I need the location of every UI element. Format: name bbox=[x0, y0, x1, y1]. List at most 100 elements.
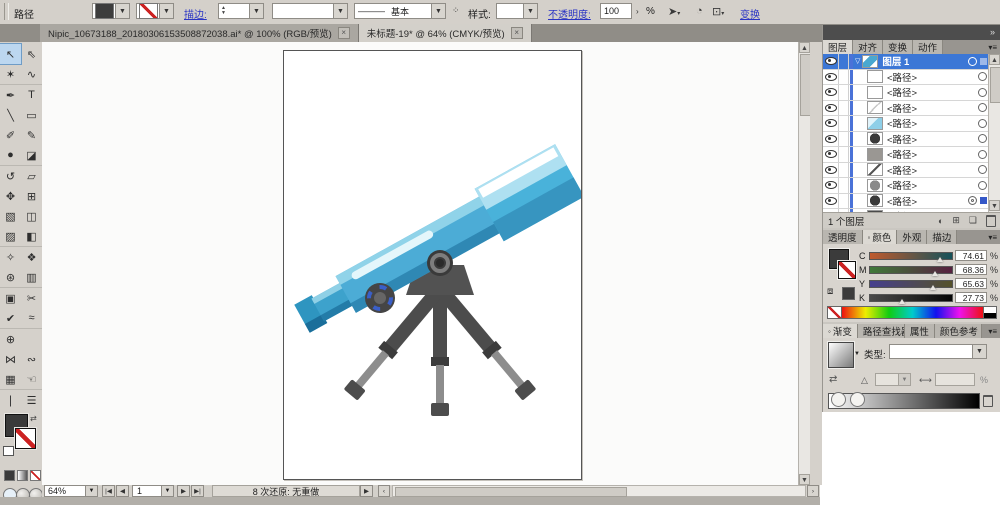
layer-row[interactable]: ▽ <路径> bbox=[823, 70, 1000, 86]
scroll-down-icon[interactable]: ▼ bbox=[799, 474, 810, 485]
layer-thumbnail[interactable] bbox=[867, 101, 883, 114]
layer-row[interactable]: ▽ <路径> bbox=[823, 116, 1000, 132]
out-of-gamut-cube-icon[interactable]: ⧈ bbox=[827, 286, 833, 297]
opacity-link[interactable]: 不透明度: bbox=[548, 6, 591, 21]
target-circle-icon[interactable] bbox=[978, 88, 987, 97]
aspect-ratio-input[interactable] bbox=[935, 373, 975, 386]
rotate-view-tool[interactable]: ⊕ bbox=[0, 328, 21, 349]
selection-indicator[interactable] bbox=[980, 197, 987, 204]
fill-swatch[interactable] bbox=[95, 3, 114, 19]
transform-link[interactable]: 变换 bbox=[740, 6, 760, 21]
scroll-right-icon[interactable]: › bbox=[807, 485, 819, 497]
visibility-cell[interactable] bbox=[823, 85, 839, 100]
visibility-cell[interactable] bbox=[823, 101, 839, 116]
eye-icon[interactable] bbox=[825, 181, 837, 189]
chevron-down-icon[interactable]: ▼ bbox=[898, 374, 910, 385]
previous-artboard-button[interactable]: ◀ bbox=[116, 485, 129, 497]
target-circle-icon[interactable] bbox=[978, 181, 987, 190]
zoom-level-dropdown[interactable]: 64% ▼ bbox=[44, 485, 98, 497]
color-mode-button[interactable] bbox=[4, 470, 15, 481]
panel-tab[interactable]: 动作 bbox=[913, 40, 943, 54]
free-distort-tool[interactable]: ⋈ bbox=[0, 349, 21, 369]
expand-triangle-icon[interactable]: ▽ bbox=[855, 57, 860, 65]
status-menu-arrow-icon[interactable]: ▶ bbox=[360, 485, 373, 497]
stroke-proxy-swatch[interactable] bbox=[838, 261, 856, 279]
visibility-cell[interactable] bbox=[823, 132, 839, 147]
chevron-down-icon[interactable]: ▼ bbox=[972, 345, 986, 358]
pen-tool[interactable]: ✒ bbox=[0, 84, 21, 105]
wrinkle-tool[interactable]: ∾ bbox=[21, 349, 42, 369]
line-segment-tool[interactable]: ╲ bbox=[0, 105, 21, 125]
width-tool[interactable]: ✥ bbox=[0, 186, 21, 206]
document-tab[interactable]: Nipic_10673188_20180306153508872038.ai* … bbox=[40, 24, 359, 42]
opacity-input[interactable]: 100 bbox=[600, 3, 632, 19]
layers-scrollbar[interactable]: ▲ ▼ bbox=[988, 54, 1000, 212]
eye-icon[interactable] bbox=[825, 197, 837, 205]
layer-label[interactable]: <路径> bbox=[887, 178, 917, 192]
chevron-down-icon[interactable]: ▼ bbox=[854, 351, 860, 357]
hand-tool[interactable]: ☜ bbox=[21, 369, 42, 389]
mesh-tool[interactable]: ▨ bbox=[0, 226, 21, 246]
layer-label[interactable]: <路径> bbox=[887, 85, 917, 99]
chevron-down-icon[interactable]: ▼ bbox=[159, 4, 173, 18]
lock-cell[interactable] bbox=[839, 101, 849, 116]
channel-value-input[interactable]: 65.63 bbox=[955, 278, 987, 289]
channel-value-input[interactable]: 68.36 bbox=[955, 264, 987, 275]
chevron-down-icon[interactable]: ▼ bbox=[85, 486, 97, 496]
gradient-stop[interactable] bbox=[831, 392, 846, 407]
blob-brush-tool[interactable]: ● bbox=[0, 145, 21, 165]
eraser-tool[interactable]: ◪ bbox=[21, 145, 42, 165]
brush-definition-dropdown[interactable]: ——— 基本 ▼ bbox=[354, 3, 446, 19]
eye-icon[interactable] bbox=[825, 73, 837, 81]
horizontal-scrollbar[interactable] bbox=[392, 485, 806, 497]
control-bar-grip[interactable] bbox=[4, 3, 9, 20]
layer-label[interactable]: 图层 1 bbox=[882, 54, 909, 68]
visibility-cell[interactable] bbox=[823, 178, 839, 193]
layer-thumbnail[interactable] bbox=[867, 132, 883, 145]
lock-cell[interactable] bbox=[839, 147, 849, 162]
stroke-none-swatch[interactable] bbox=[139, 3, 158, 19]
artboard-number-dropdown[interactable]: 1 ▼ bbox=[132, 485, 174, 497]
target-circle-icon[interactable] bbox=[968, 196, 977, 205]
paintbrush-tool[interactable]: ✐ bbox=[0, 125, 21, 145]
collapse-panels-bar[interactable]: » bbox=[823, 25, 1000, 40]
column-graph-tool[interactable]: ▥ bbox=[21, 267, 42, 287]
visibility-cell[interactable] bbox=[823, 194, 839, 209]
layer-label[interactable]: <路径> bbox=[887, 132, 917, 146]
free-transform-tool[interactable]: ⊞ bbox=[21, 186, 42, 206]
layer-thumbnail[interactable] bbox=[867, 117, 883, 130]
delete-stop-icon[interactable] bbox=[983, 395, 993, 407]
magic-wand-tool[interactable]: ✶ bbox=[0, 64, 21, 84]
next-artboard-button[interactable]: ▶ bbox=[177, 485, 190, 497]
scroll-left-icon[interactable]: ‹ bbox=[378, 485, 390, 497]
direct-selection-tool[interactable]: ⇖ bbox=[21, 44, 42, 64]
first-artboard-button[interactable]: |◀ bbox=[102, 485, 115, 497]
stroke-weight-dropdown[interactable]: ▲▼▼ bbox=[218, 3, 264, 19]
layer-thumbnail[interactable] bbox=[867, 86, 883, 99]
type-tool[interactable]: T bbox=[21, 84, 42, 105]
color-spectrum-bar[interactable] bbox=[827, 306, 997, 319]
slider-thumb[interactable] bbox=[932, 271, 938, 276]
fill-color-dropdown[interactable]: ▼ bbox=[92, 3, 130, 19]
visibility-cell[interactable] bbox=[823, 54, 839, 69]
document-tab[interactable]: 未标题-19* @ 64% (CMYK/预览) × bbox=[359, 24, 532, 42]
recolor-artwork-icon[interactable]: ⁘ bbox=[452, 5, 460, 16]
gradient-type-dropdown[interactable]: ▼ bbox=[889, 344, 987, 359]
channel-slider-track[interactable] bbox=[869, 280, 953, 288]
visibility-cell[interactable] bbox=[823, 163, 839, 178]
gradient-preview-swatch[interactable] bbox=[828, 342, 854, 368]
panel-menu-icon[interactable]: ▾≡ bbox=[984, 230, 1000, 244]
close-icon[interactable]: × bbox=[338, 27, 350, 39]
shape-builder-tool[interactable]: ▧ bbox=[0, 206, 21, 226]
scroll-up-icon[interactable]: ▲ bbox=[989, 54, 1000, 65]
join-tool[interactable]: ✔ bbox=[0, 308, 21, 328]
gamut-swatch[interactable] bbox=[842, 287, 855, 300]
lock-cell[interactable] bbox=[839, 132, 849, 147]
slider-thumb[interactable] bbox=[930, 285, 936, 290]
lock-cell[interactable] bbox=[839, 54, 849, 69]
delete-layer-icon[interactable] bbox=[986, 215, 996, 227]
stroke-color-dropdown[interactable]: ▼ bbox=[136, 3, 174, 19]
panel-tab[interactable]: 路径查找器 bbox=[858, 324, 905, 338]
gradient-stop[interactable] bbox=[850, 392, 865, 407]
lock-cell[interactable] bbox=[839, 85, 849, 100]
